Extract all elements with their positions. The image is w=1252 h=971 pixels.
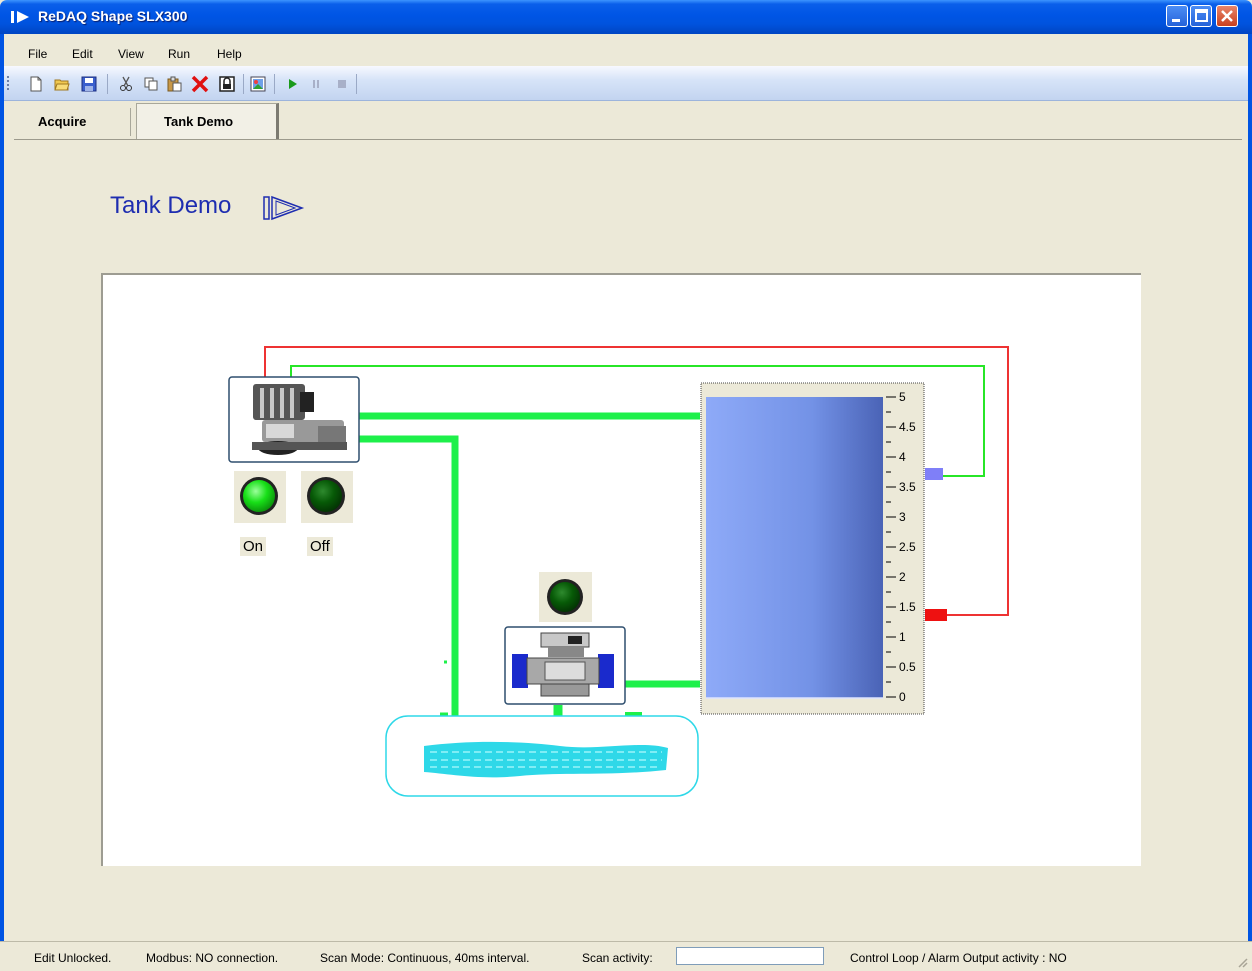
on-label: On xyxy=(240,537,267,556)
scale-label: 2 xyxy=(899,570,906,584)
valve-indicator xyxy=(539,572,592,622)
high-level-alarm-marker xyxy=(925,468,943,480)
status-scan-activity-label: Scan activity: xyxy=(582,951,653,965)
scale-label: 5 xyxy=(899,390,906,404)
reservoir xyxy=(385,715,699,797)
scale-label: 3 xyxy=(899,510,906,524)
scale-label: 4.5 xyxy=(899,420,916,434)
indicator-off xyxy=(301,471,353,523)
valve-icon[interactable] xyxy=(504,626,626,705)
scale-label: 2.5 xyxy=(899,540,916,554)
off-label: Off xyxy=(307,537,333,556)
status-control-loop: Control Loop / Alarm Output activity : N… xyxy=(850,951,1067,965)
low-level-alarm-marker xyxy=(925,609,947,621)
indicator-on xyxy=(234,471,286,523)
status-edit: Edit Unlocked. xyxy=(34,951,112,965)
tank-level-gauge xyxy=(700,382,925,715)
scale-label: 0 xyxy=(899,690,906,704)
scale-label: 3.5 xyxy=(899,480,916,494)
tank-diagram xyxy=(228,346,1009,797)
pump-icon[interactable] xyxy=(228,376,360,463)
scale-label: 4 xyxy=(899,450,906,464)
scale-label: 1.5 xyxy=(899,600,916,614)
status-bar: Edit Unlocked. Modbus: NO connection. Sc… xyxy=(0,941,1252,971)
resize-grip-icon[interactable] xyxy=(1236,956,1248,968)
status-scan-mode: Scan Mode: Continuous, 40ms interval. xyxy=(320,951,530,965)
scale-label: 1 xyxy=(899,630,906,644)
scan-activity-indicator xyxy=(676,947,824,965)
scale-label: 0.5 xyxy=(899,660,916,674)
status-modbus: Modbus: NO connection. xyxy=(146,951,279,965)
